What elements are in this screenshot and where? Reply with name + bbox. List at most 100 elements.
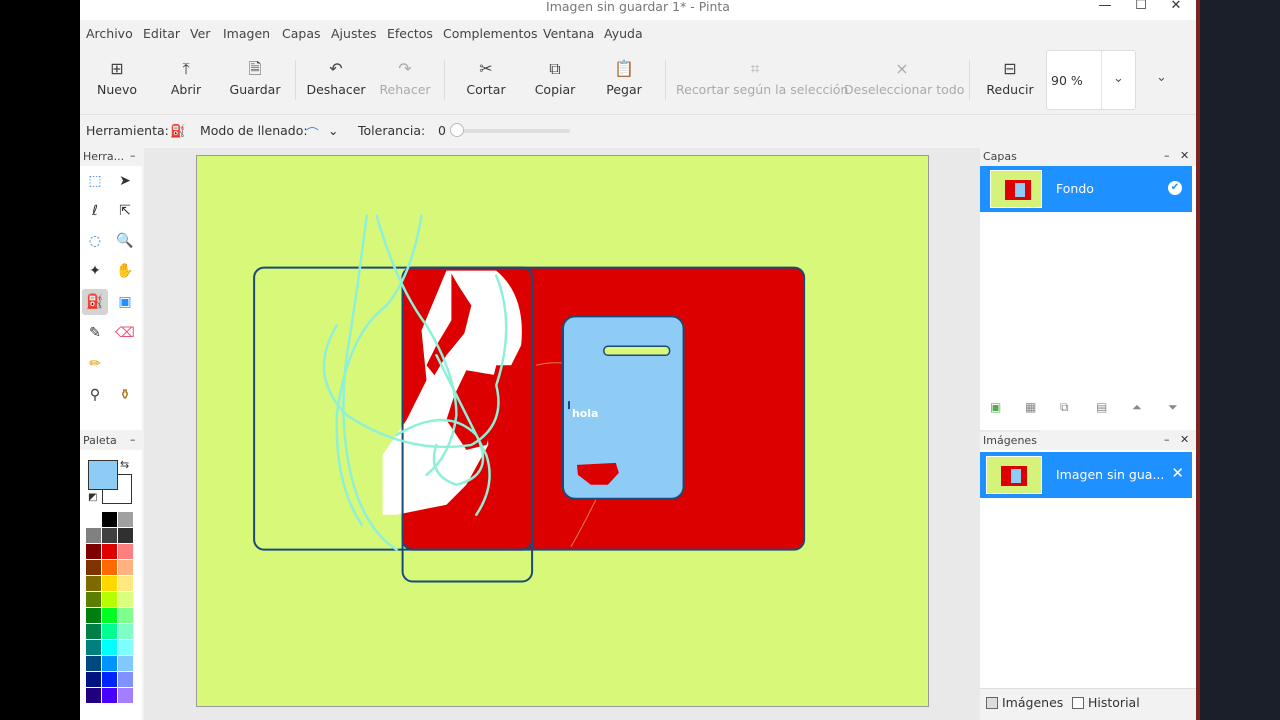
palette-swatch[interactable] — [118, 656, 133, 671]
deselect-all-button[interactable]: ⨯ Deseleccionar todo — [844, 56, 964, 106]
menu-editar[interactable]: Editar — [143, 26, 180, 41]
minimize-panel-icon[interactable]: – — [130, 149, 136, 162]
delete-layer-icon[interactable]: ▦ — [1025, 400, 1036, 414]
palette-swatch[interactable] — [102, 544, 117, 559]
palette-swatch[interactable] — [118, 640, 133, 655]
close-panel-icon[interactable]: ✕ — [1180, 433, 1189, 446]
palette-swatch[interactable] — [102, 576, 117, 591]
move-layer-up-icon[interactable]: ⏶ — [1132, 400, 1142, 415]
palette-swatch[interactable] — [86, 512, 101, 527]
layer-row-fondo[interactable]: Fondo ✔ — [980, 166, 1192, 212]
palette-swatch[interactable] — [118, 672, 133, 687]
zoom-combobox[interactable]: 90 % ⌄ — [1046, 50, 1136, 110]
chevron-down-icon[interactable]: ⌄ — [1101, 51, 1135, 109]
palette-swatch[interactable] — [86, 608, 101, 623]
palette-swatch[interactable] — [102, 624, 117, 639]
crop-to-selection-button[interactable]: ⌗ Recortar según la selección — [676, 56, 848, 106]
move-selection-tool-icon[interactable]: ⇱ — [112, 198, 138, 224]
minimize-panel-icon[interactable]: – — [130, 433, 136, 446]
image-canvas[interactable]: hola — [196, 155, 929, 707]
zoom-value[interactable]: 90 % — [1051, 73, 1083, 88]
menu-ajustes[interactable]: Ajustes — [331, 26, 377, 41]
move-selected-tool-icon[interactable]: ➤ — [112, 168, 138, 194]
tab-history[interactable]: Historial — [1072, 695, 1140, 710]
layer-visibility-check-icon[interactable]: ✔ — [1168, 181, 1182, 195]
fill-mode-icon[interactable]: ⌒ — [306, 123, 319, 142]
palette-swatch[interactable] — [118, 608, 133, 623]
palette-swatch[interactable] — [86, 640, 101, 655]
palette-swatch[interactable] — [86, 544, 101, 559]
palette-swatch[interactable] — [102, 640, 117, 655]
palette-swatch[interactable] — [86, 688, 101, 703]
color-picker-tool-icon[interactable]: ⚲ — [82, 382, 108, 408]
palette-swatch[interactable] — [86, 624, 101, 639]
palette-swatch[interactable] — [118, 576, 133, 591]
ellipse-select-tool-icon[interactable]: ◌ — [82, 228, 108, 254]
copy-button[interactable]: ⧉ Copiar — [520, 56, 590, 106]
close-image-icon[interactable]: ✕ — [1171, 464, 1184, 482]
minimize-panel-icon[interactable]: – — [1164, 149, 1170, 162]
close-window-button[interactable]: ✕ — [1161, 0, 1191, 16]
clone-stamp-tool-icon[interactable]: ⚱ — [112, 382, 138, 408]
palette-swatch[interactable] — [118, 592, 133, 607]
palette-swatch[interactable] — [118, 688, 133, 703]
primary-color-swatch[interactable] — [88, 460, 118, 490]
reset-colors-icon[interactable]: ◩ — [88, 492, 97, 503]
merge-layer-icon[interactable]: ▤ — [1096, 400, 1107, 414]
tab-images[interactable]: Imágenes — [986, 695, 1063, 710]
palette-swatch[interactable] — [86, 592, 101, 607]
gradient-tool-icon[interactable]: ▣ — [112, 289, 138, 315]
more-options-chevron-icon[interactable]: ⌄ — [1156, 70, 1167, 85]
paintbrush-tool-icon[interactable]: ✎ — [82, 320, 108, 346]
magic-wand-tool-icon[interactable]: ✦ — [82, 258, 108, 284]
menu-capas[interactable]: Capas — [282, 26, 321, 41]
palette-swatch[interactable] — [102, 656, 117, 671]
close-panel-icon[interactable]: ✕ — [1180, 149, 1189, 162]
palette-swatch[interactable] — [86, 576, 101, 591]
redo-button[interactable]: ↷ Rehacer — [370, 56, 440, 106]
palette-swatch[interactable] — [86, 560, 101, 575]
menu-ver[interactable]: Ver — [190, 26, 210, 41]
paint-bucket-tool-icon[interactable]: ⛽ — [82, 289, 108, 315]
palette-swatch[interactable] — [102, 560, 117, 575]
palette-swatch[interactable] — [102, 512, 117, 527]
palette-swatch[interactable] — [118, 512, 133, 527]
palette-swatch[interactable] — [102, 688, 117, 703]
maximize-button[interactable]: ☐ — [1126, 0, 1156, 16]
palette-swatch[interactable] — [102, 672, 117, 687]
tolerance-slider[interactable] — [456, 129, 570, 133]
tolerance-slider-handle[interactable] — [450, 123, 464, 137]
open-button[interactable]: ⤒ Abrir — [151, 56, 221, 106]
undo-button[interactable]: ↶ Deshacer — [301, 56, 371, 106]
palette-swatch[interactable] — [118, 528, 133, 543]
cut-button[interactable]: ✂ Cortar — [451, 56, 521, 106]
palette-swatch[interactable] — [118, 624, 133, 639]
save-button[interactable]: 🗎 Guardar — [220, 56, 290, 106]
menu-ventana[interactable]: Ventana — [543, 26, 594, 41]
lasso-tool-icon[interactable]: ℓ — [82, 198, 108, 224]
palette-swatch[interactable] — [86, 528, 101, 543]
pan-tool-icon[interactable]: ✋ — [112, 258, 138, 284]
duplicate-layer-icon[interactable]: ⧉ — [1060, 400, 1069, 415]
palette-swatch[interactable] — [86, 656, 101, 671]
eraser-tool-icon[interactable]: ⌫ — [112, 320, 138, 346]
menu-archivo[interactable]: Archivo — [86, 26, 133, 41]
menu-ayuda[interactable]: Ayuda — [604, 26, 643, 41]
palette-swatch[interactable] — [102, 528, 117, 543]
palette-swatch[interactable] — [118, 560, 133, 575]
zoom-tool-icon[interactable]: 🔍 — [112, 228, 138, 254]
pencil-tool-icon[interactable]: ✏ — [82, 351, 108, 377]
minimize-panel-icon[interactable]: – — [1164, 433, 1170, 446]
swap-colors-icon[interactable]: ⇆ — [120, 458, 129, 471]
fill-mode-chevron-icon[interactable]: ⌄ — [328, 123, 338, 138]
zoom-out-button[interactable]: ⊟ Reducir — [975, 56, 1045, 106]
menu-complementos[interactable]: Complementos — [443, 26, 538, 41]
image-row[interactable]: Imagen sin gua... ✕ — [980, 452, 1192, 498]
palette-swatch[interactable] — [102, 592, 117, 607]
add-layer-icon[interactable]: ▣ — [990, 400, 1001, 414]
new-button[interactable]: ⊞ Nuevo — [82, 56, 152, 106]
rect-select-tool-icon[interactable]: ⬚ — [82, 168, 108, 194]
palette-swatch[interactable] — [118, 544, 133, 559]
menu-efectos[interactable]: Efectos — [387, 26, 433, 41]
palette-swatch[interactable] — [86, 672, 101, 687]
